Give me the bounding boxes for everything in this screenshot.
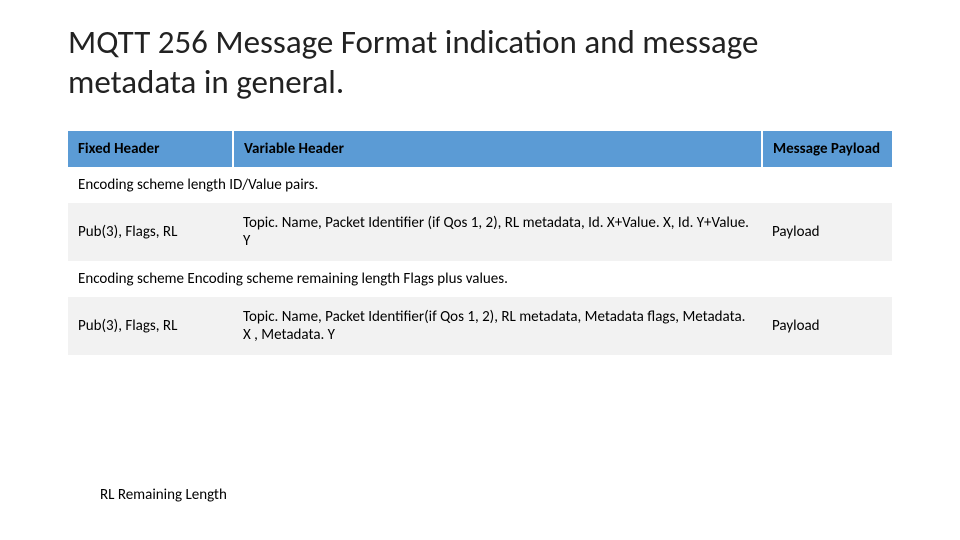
cell-variable-header: Topic. Name, Packet Identifier (if Qos 1… — [233, 203, 762, 261]
col-header-fixed: Fixed Header — [68, 131, 233, 167]
table-row: Pub(3), Flags, RL Topic. Name, Packet Id… — [68, 297, 892, 355]
cell-fixed-header: Pub(3), Flags, RL — [68, 203, 233, 261]
section-heading: Encoding scheme length ID/Value pairs. — [68, 167, 892, 203]
cell-message-payload: Payload — [762, 203, 892, 261]
table-row: Pub(3), Flags, RL Topic. Name, Packet Id… — [68, 203, 892, 261]
section-heading: Encoding scheme Encoding scheme remainin… — [68, 261, 892, 297]
slide-title: MQTT 256 Message Format indication and m… — [68, 22, 892, 103]
col-header-variable: Variable Header — [233, 131, 762, 167]
col-header-payload: Message Payload — [762, 131, 892, 167]
footnote: RL Remaining Length — [100, 486, 227, 504]
table-header-row: Fixed Header Variable Header Message Pay… — [68, 131, 892, 167]
cell-fixed-header: Pub(3), Flags, RL — [68, 297, 233, 355]
cell-message-payload: Payload — [762, 297, 892, 355]
slide: MQTT 256 Message Format indication and m… — [0, 0, 960, 540]
message-format-table: Fixed Header Variable Header Message Pay… — [68, 131, 892, 355]
cell-variable-header: Topic. Name, Packet Identifier(if Qos 1,… — [233, 297, 762, 355]
section-heading-row: Encoding scheme length ID/Value pairs. — [68, 167, 892, 203]
section-heading-row: Encoding scheme Encoding scheme remainin… — [68, 261, 892, 297]
